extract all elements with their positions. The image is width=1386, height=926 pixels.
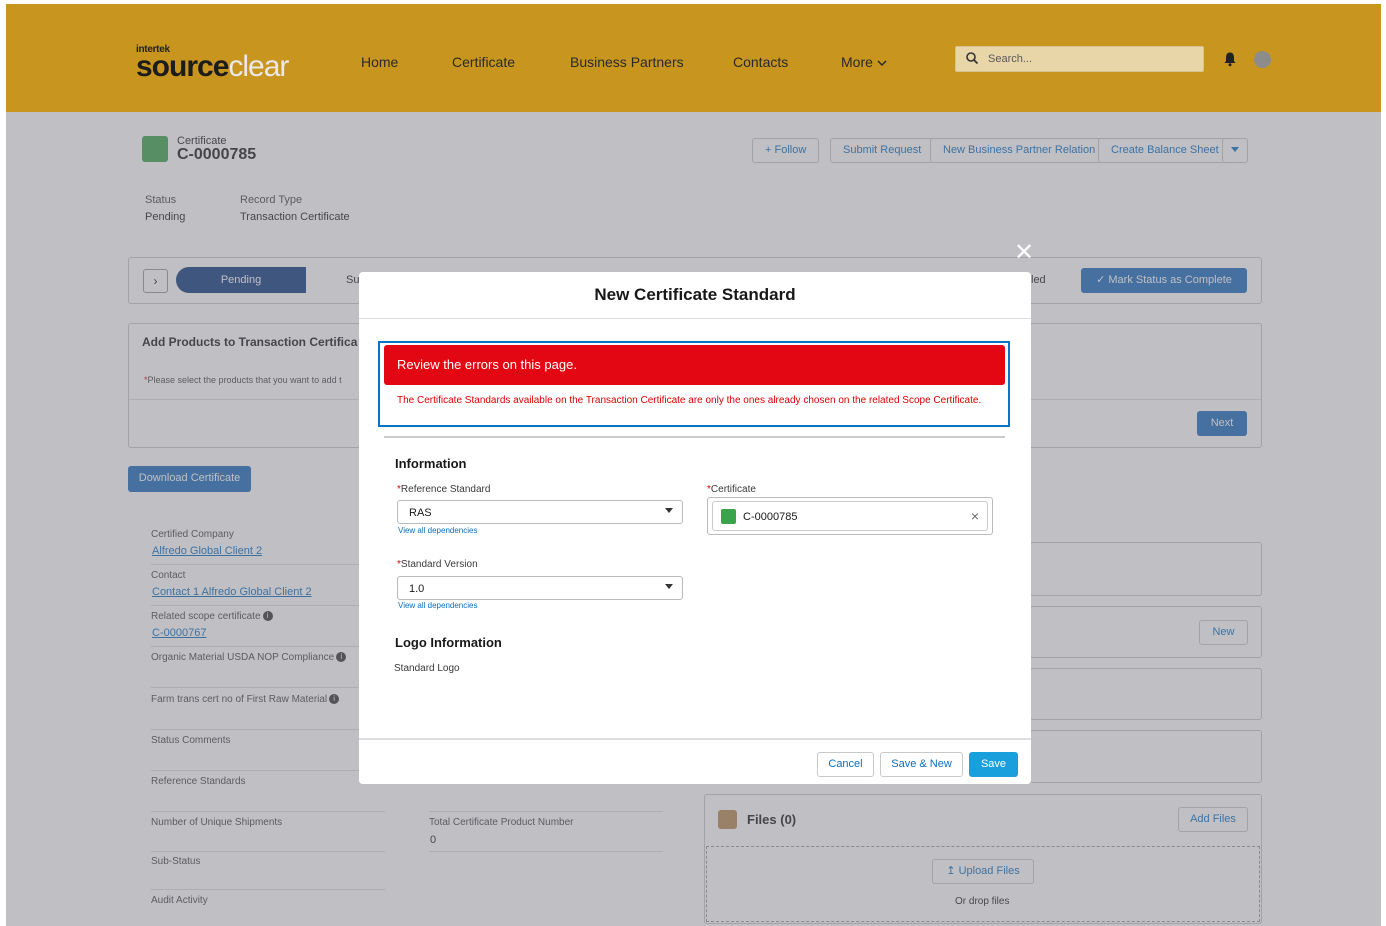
save-button[interactable]: Save xyxy=(969,752,1018,777)
nav-contacts[interactable]: Contacts xyxy=(733,54,788,70)
certificate-lookup-value: C-0000785 xyxy=(743,511,798,523)
bell-icon[interactable] xyxy=(1222,51,1238,67)
reference-standard-value: RAS xyxy=(409,507,432,519)
dropdown-caret-icon xyxy=(665,508,673,513)
information-section-title: Information xyxy=(395,456,467,471)
reference-standard-select[interactable]: RAS xyxy=(397,500,683,524)
certificate-record-icon xyxy=(721,509,736,524)
logo-clear-text: clear xyxy=(228,50,289,83)
chevron-down-icon xyxy=(877,60,887,67)
nav-home[interactable]: Home xyxy=(361,54,398,70)
search-placeholder: Search... xyxy=(988,53,1033,65)
nav-more-label: More xyxy=(841,54,873,70)
search-input[interactable]: Search... xyxy=(955,46,1204,72)
logo-section-title: Logo Information xyxy=(395,635,502,650)
reference-dependencies-link[interactable]: View all dependencies xyxy=(398,526,477,535)
nav-business-partners[interactable]: Business Partners xyxy=(570,54,684,70)
logo-wordmark: sourceclear xyxy=(136,50,289,84)
error-banner-text: Review the errors on this page. xyxy=(397,357,577,372)
error-banner: Review the errors on this page. xyxy=(384,345,1005,385)
modal-header: New Certificate Standard xyxy=(359,272,1031,319)
standard-version-label: *Standard Version xyxy=(397,559,478,570)
standard-version-select[interactable]: 1.0 xyxy=(397,576,683,600)
save-and-new-button[interactable]: Save & New xyxy=(880,752,963,777)
cancel-button[interactable]: Cancel xyxy=(817,752,874,777)
standard-version-label-text: Standard Version xyxy=(400,559,478,570)
error-message: The Certificate Standards available on t… xyxy=(397,395,982,406)
nav-certificate[interactable]: Certificate xyxy=(452,54,515,70)
standard-version-value: 1.0 xyxy=(409,583,425,595)
modal-footer: Cancel Save & New Save xyxy=(359,738,1031,784)
logo-source-text: source xyxy=(136,50,229,83)
certificate-lookup[interactable]: C-0000785 × xyxy=(712,501,988,531)
search-icon xyxy=(966,52,979,65)
version-dependencies-link[interactable]: View all dependencies xyxy=(398,601,477,610)
certificate-label: *Certificate xyxy=(707,484,756,495)
dropdown-caret-icon xyxy=(665,584,673,589)
new-certificate-standard-modal: New Certificate Standard Review the erro… xyxy=(359,272,1031,784)
certificate-label-text: Certificate xyxy=(710,484,756,495)
modal-title: New Certificate Standard xyxy=(594,285,796,304)
reference-standard-label-text: Reference Standard xyxy=(400,484,491,495)
section-separator xyxy=(384,436,1005,438)
user-avatar-icon[interactable] xyxy=(1254,51,1271,68)
clear-icon[interactable]: × xyxy=(971,508,979,524)
standard-logo-label: Standard Logo xyxy=(394,663,460,674)
reference-standard-label: *Reference Standard xyxy=(397,484,490,495)
close-icon[interactable]: ✕ xyxy=(1012,241,1036,265)
app-logo[interactable]: intertek sourceclear xyxy=(136,44,316,84)
nav-more[interactable]: More xyxy=(841,54,887,70)
